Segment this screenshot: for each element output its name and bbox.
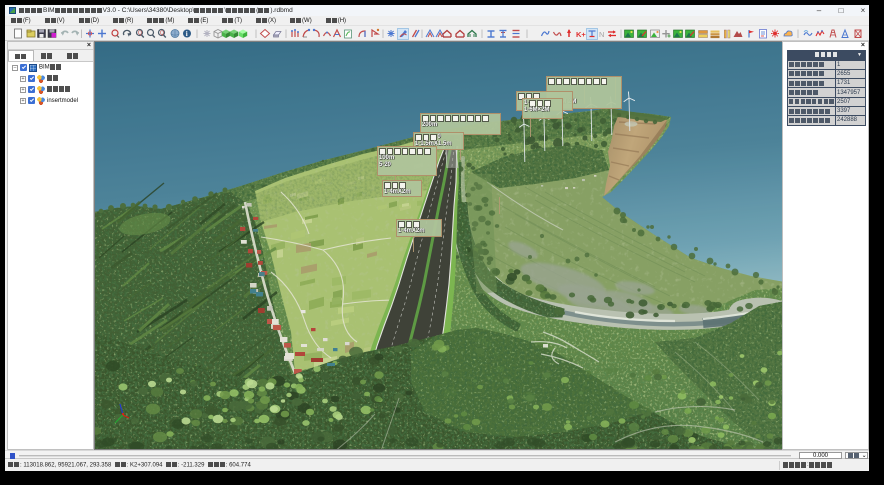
svg-text:Q: Q bbox=[138, 31, 142, 37]
svg-text:i: i bbox=[186, 30, 188, 38]
svg-text:K+: K+ bbox=[576, 30, 586, 39]
svg-text:Q: Q bbox=[160, 31, 164, 37]
svg-text:N: N bbox=[599, 30, 604, 39]
